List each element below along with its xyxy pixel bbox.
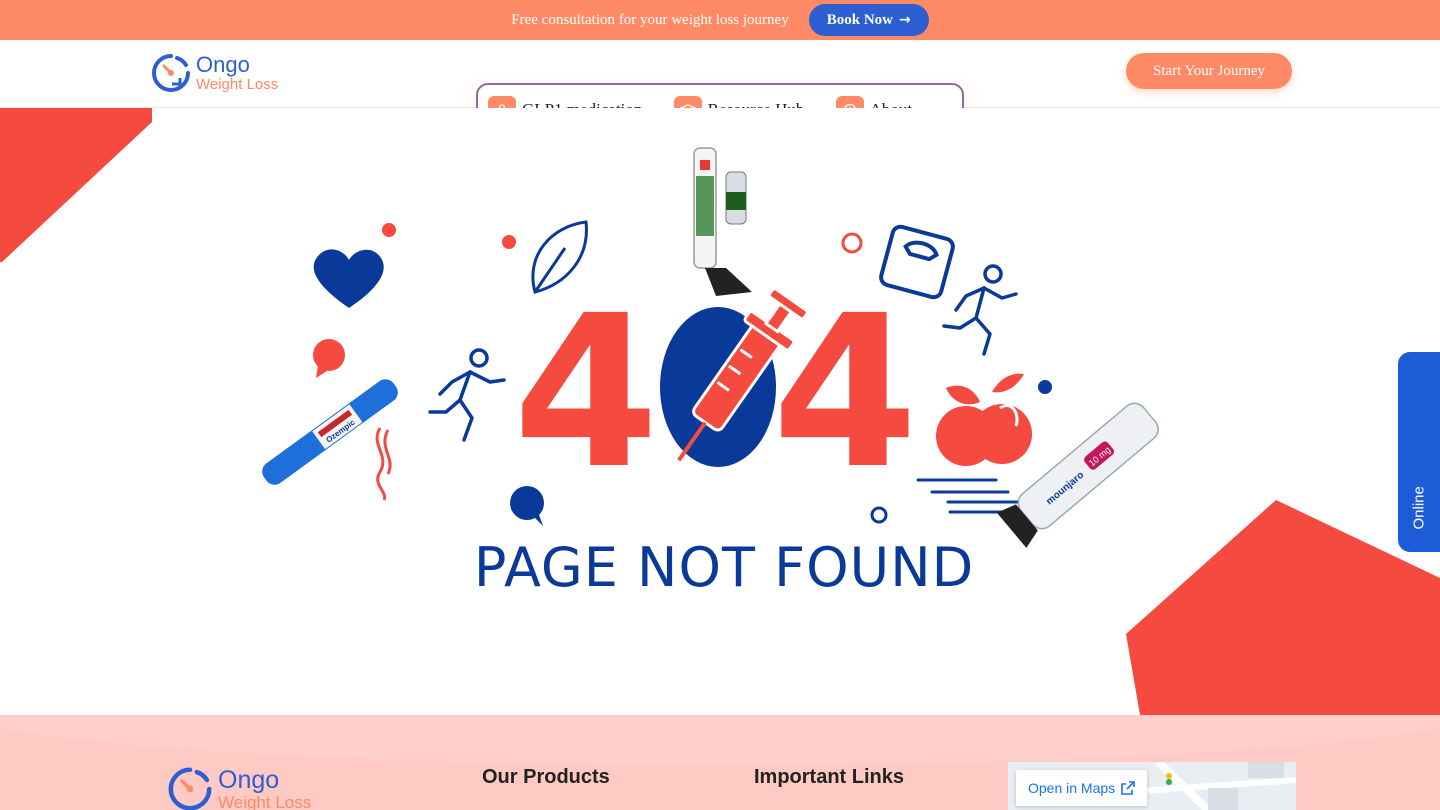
heart-icon: [313, 249, 384, 308]
scale-logo-icon: [152, 54, 190, 92]
not-found-illustration: 4 4 Ozempic 10 mg mounjaro PAGE NOT FOUN…: [0, 108, 1440, 715]
page-not-found-heading: PAGE NOT FOUND: [474, 536, 974, 599]
dot-decoration: [382, 223, 396, 237]
footer-logo-name: Ongo: [218, 765, 280, 794]
corner-shape-top-left: [0, 108, 152, 262]
footer-curve-decoration: [0, 715, 1440, 765]
online-chat-tab[interactable]: Online: [1398, 352, 1440, 552]
footer-logo[interactable]: Ongo Weight Loss: [164, 763, 311, 810]
arrow-right-icon: →: [898, 12, 911, 28]
speech-bubble-icon: [313, 339, 345, 378]
scale-logo-icon: [168, 767, 212, 810]
dot-decoration: [502, 235, 516, 249]
dot-decoration: [1038, 380, 1052, 394]
runner-icon: [942, 264, 1018, 356]
wavy-line-decoration: [383, 429, 392, 475]
not-found-hero: 4 4 Ozempic 10 mg mounjaro PAGE NOT FOUN…: [0, 108, 1440, 715]
external-link-icon: [1121, 781, 1135, 795]
banner-text: Free consultation for your weight loss j…: [511, 11, 789, 28]
our-products-heading: Our Products: [482, 766, 610, 788]
logo-name: Ongo: [196, 52, 250, 77]
online-label: Online: [1410, 486, 1428, 530]
ring-decoration: [841, 232, 863, 254]
site-logo[interactable]: Ongo Weight Loss: [148, 50, 278, 96]
speed-lines-decoration: [916, 478, 1024, 514]
location-map[interactable]: Open in Maps: [1008, 762, 1296, 810]
site-footer: Ongo Weight Loss Our Products Important …: [0, 715, 1440, 810]
start-journey-button[interactable]: Start Your Journey: [1126, 53, 1292, 89]
open-in-maps-button[interactable]: Open in Maps: [1016, 770, 1148, 806]
open-in-maps-label: Open in Maps: [1028, 780, 1116, 796]
important-links-heading: Important Links: [754, 766, 905, 788]
book-now-button[interactable]: Book Now →: [808, 4, 929, 36]
book-now-label: Book Now: [826, 11, 893, 28]
footer-logo-sub: Weight Loss: [218, 792, 312, 810]
corner-shape-bottom-right: [1126, 500, 1440, 715]
logo-sub: Weight Loss: [196, 76, 279, 93]
injection-pen-top-image: [693, 147, 752, 296]
apple-icon: [936, 373, 1032, 466]
wavy-line-decoration: [375, 427, 387, 501]
runner-icon: [428, 348, 506, 442]
error-digit-four-left: 4: [513, 270, 659, 515]
promo-banner: Free consultation for your weight loss j…: [0, 0, 1440, 40]
